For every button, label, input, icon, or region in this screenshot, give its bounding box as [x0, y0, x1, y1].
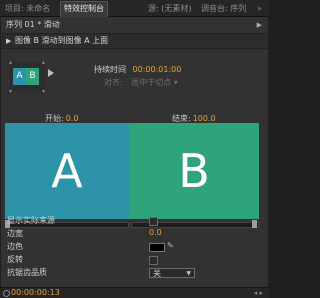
effect-controls-panel: 序列 01 * 滑动 ▶ ▶ 图像 B 滑动到图像 A 上面 ▴ ▴ ▾ ▾ A… [1, 17, 268, 297]
antialias-quality-select[interactable]: 关 ▼ [149, 268, 195, 278]
alignment-select[interactable]: 居中于切点 ▾ [131, 78, 178, 87]
show-actual-source-checkbox[interactable] [149, 217, 158, 226]
play-preview-icon[interactable] [48, 69, 54, 77]
footer-controls-icon[interactable]: ◂ ▸ [254, 289, 263, 297]
tab-overflow-button[interactable]: » [257, 2, 262, 16]
start-value[interactable]: 0.0 [66, 114, 79, 123]
end-value[interactable]: 100.0 [193, 114, 216, 123]
panel-tab-bar: 项目: 未命名 特效控制台 源: (无素材) 调音台: 序列 » [0, 0, 269, 17]
alignment-label: 对齐: [104, 78, 123, 87]
end-slider-thumb[interactable] [252, 220, 257, 228]
border-width-value[interactable]: 0.0 [149, 228, 162, 237]
timecode-icon [3, 290, 10, 297]
sequence-label: 序列 01 * 滑动 [6, 20, 60, 29]
reverse-checkbox[interactable] [149, 256, 158, 265]
duration-row: 持续时间 00:00:01:00 [94, 64, 181, 75]
antialias-quality-label: 抗锯齿品质 [7, 268, 47, 277]
corner-arrow-icon: ▴ [9, 59, 13, 66]
tab-project[interactable]: 项目: 未命名 [5, 2, 50, 16]
expand-arrow-icon[interactable]: ▶ [257, 19, 262, 31]
tab-source[interactable]: 源: (无素材) [148, 2, 191, 16]
effect-description-row: ▶ 图像 B 滑动到图像 A 上面 [1, 33, 268, 49]
chevron-down-icon: ▼ [186, 270, 191, 277]
duration-label: 持续时间 [94, 65, 126, 74]
clip-b-preview: B [129, 123, 259, 219]
tab-audio-mixer[interactable]: 调音台: 序列 [201, 2, 246, 16]
panel-footer: 00:00:00:13 ◂ ▸ [0, 287, 269, 298]
tab-effect-controls[interactable]: 特效控制台 [60, 1, 108, 17]
effect-description: 图像 B 滑动到图像 A 上面 [15, 36, 109, 45]
preview-clip-b: B [26, 68, 39, 85]
end-label: 结束: [172, 114, 191, 123]
start-label: 开始: [45, 114, 64, 123]
border-width-label: 边宽 [7, 229, 23, 238]
eyedropper-icon[interactable]: ✎ [167, 241, 174, 250]
transition-preview-thumbnail[interactable]: ▴ ▴ ▾ ▾ A B [9, 59, 45, 95]
preview-clip-a: A [13, 68, 26, 85]
corner-arrow-icon: ▴ [41, 59, 45, 66]
duration-value[interactable]: 00:00:01:00 [133, 65, 182, 74]
alignment-row: 对齐: 居中于切点 ▾ [104, 77, 178, 88]
reverse-label: 反转 [7, 255, 23, 264]
sequence-header: 序列 01 * 滑动 ▶ [1, 19, 268, 31]
corner-arrow-icon: ▾ [9, 88, 13, 95]
show-actual-source-label: 显示实际来源 [7, 216, 55, 225]
border-color-swatch[interactable] [149, 243, 165, 252]
clip-a-preview: A [5, 123, 129, 219]
play-effect-icon[interactable]: ▶ [6, 34, 11, 48]
border-color-label: 边色 [7, 242, 23, 251]
corner-arrow-icon: ▾ [41, 88, 45, 95]
